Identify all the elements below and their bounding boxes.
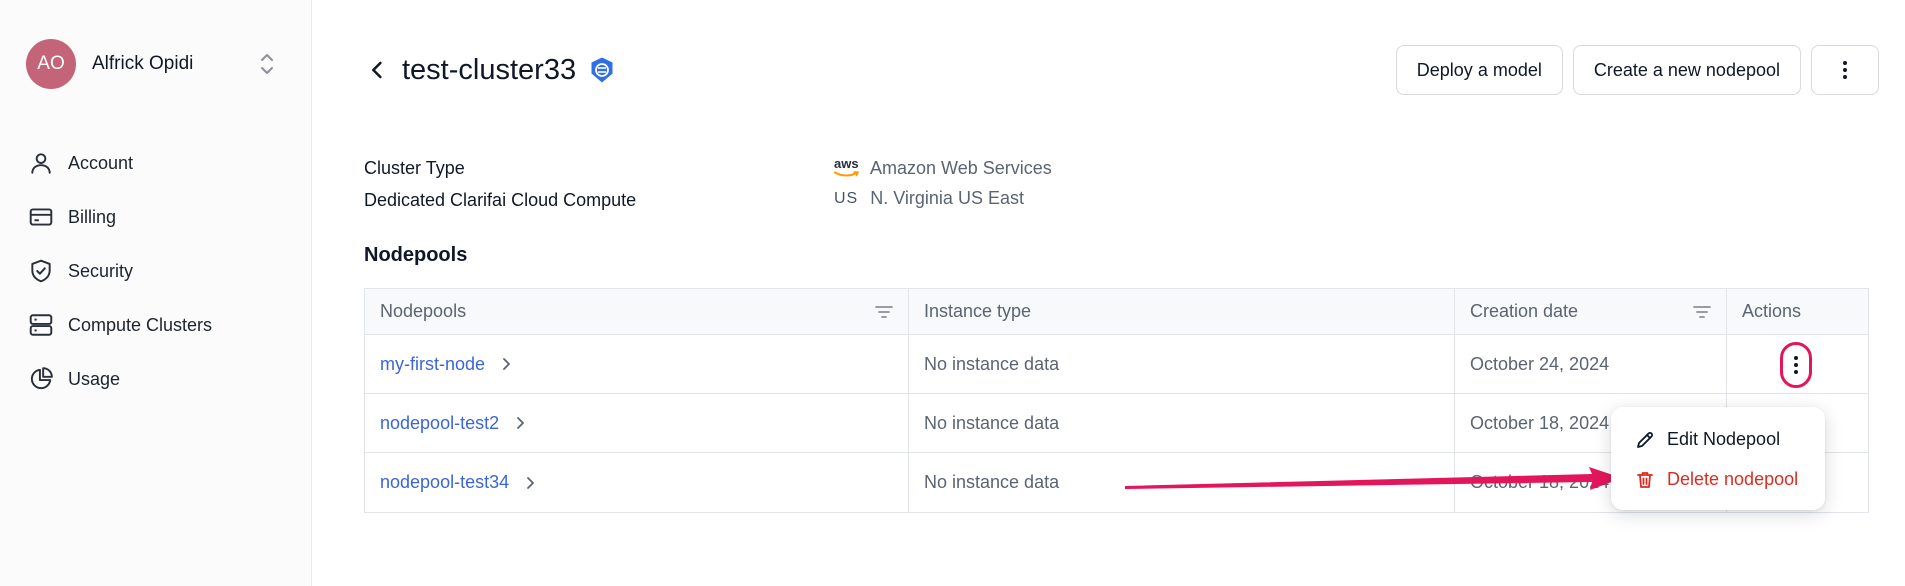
instance-type-text: No instance data: [924, 353, 1060, 374]
column-header-instance-type: Instance type: [909, 289, 1455, 334]
chevron-right-icon[interactable]: [499, 355, 515, 373]
page-title: test-cluster33: [402, 53, 577, 86]
nodepool-link[interactable]: nodepool-test2: [380, 413, 499, 434]
sidebar-item-label: Account: [68, 152, 134, 173]
sidebar-item-label: Usage: [68, 368, 121, 389]
shield-check-icon: [31, 259, 51, 283]
menu-item-label: Edit Nodepool: [1667, 429, 1781, 449]
edit-nodepool-menu-item[interactable]: Edit Nodepool: [1635, 429, 1780, 450]
pie-chart-icon: [30, 367, 53, 390]
kebab-menu-icon: [1794, 356, 1798, 374]
column-header-actions: Actions: [1727, 289, 1868, 334]
creation-date-cell: October 24, 2024: [1455, 335, 1727, 393]
cluster-region: US N. Virginia US East: [834, 188, 1024, 209]
chevron-right-icon[interactable]: [513, 414, 529, 432]
instance-type-text: No instance data: [924, 472, 1060, 492]
cluster-type-label: Cluster Type: [364, 158, 465, 178]
nodepool-name-cell: nodepool-test34: [365, 453, 909, 512]
trash-icon: [1637, 471, 1653, 488]
chevron-up-down-icon[interactable]: [256, 51, 278, 77]
chevron-right-icon[interactable]: [523, 474, 539, 492]
instance-type-cell: No instance data: [909, 394, 1455, 452]
cloud-provider: aws Amazon Web Services: [834, 156, 1052, 179]
nodepool-name-cell: my-first-node: [365, 335, 909, 393]
column-header-nodepools[interactable]: Nodepools: [365, 289, 909, 334]
kubernetes-icon: [591, 57, 613, 83]
instance-type-cell: No instance data: [909, 335, 1455, 393]
region-name: N. Virginia US East: [870, 188, 1024, 208]
avatar: AO: [26, 39, 76, 89]
nodepool-link[interactable]: nodepool-test34: [380, 472, 509, 493]
filter-icon[interactable]: [874, 303, 894, 321]
nodepool-name-cell: nodepool-test2: [365, 394, 909, 452]
chevron-left-icon[interactable]: [364, 56, 392, 84]
sidebar-item-account[interactable]: Account: [28, 136, 212, 190]
user-switcher[interactable]: AO Alfrick Opidi: [26, 38, 286, 90]
creation-date-text: October 18, 2024: [1470, 412, 1610, 433]
nodepool-link[interactable]: my-first-node: [380, 354, 485, 375]
cluster-type-value: Dedicated Clarifai Cloud Compute: [364, 190, 637, 210]
table-row: my-first-node No instance data October 2…: [365, 335, 1868, 394]
deploy-model-button[interactable]: Deploy a model: [1395, 45, 1563, 95]
column-label: Actions: [1742, 301, 1802, 321]
create-nodepool-button[interactable]: Create a new nodepool: [1572, 45, 1801, 95]
sidebar-nav: Account Billing Security Compute Cluster…: [28, 136, 212, 406]
actions-cell: [1727, 335, 1868, 393]
sidebar-item-compute-clusters[interactable]: Compute Clusters: [28, 298, 212, 352]
user-name: Alfrick Opidi: [92, 53, 194, 74]
kebab-menu-icon: [1843, 61, 1847, 79]
sidebar-item-label: Security: [68, 260, 134, 281]
row-actions-button[interactable]: [1780, 342, 1812, 388]
aws-logo-icon: aws: [834, 156, 860, 179]
column-header-creation-date[interactable]: Creation date: [1455, 289, 1727, 334]
table-header: Nodepools Instance type Creation date Ac…: [365, 289, 1868, 335]
delete-nodepool-menu-item[interactable]: Delete nodepool: [1635, 469, 1798, 490]
region-flag-icon: US: [834, 189, 859, 207]
column-label: Nodepools: [380, 301, 467, 321]
sidebar: AO Alfrick Opidi Account Billing Securit…: [0, 0, 312, 586]
pencil-icon: [1637, 431, 1653, 448]
sidebar-item-billing[interactable]: Billing: [28, 190, 212, 244]
provider-name: Amazon Web Services: [870, 158, 1052, 178]
credit-card-icon: [29, 208, 53, 226]
nodepools-section-title: Nodepools: [364, 244, 468, 266]
more-options-button[interactable]: [1811, 45, 1879, 95]
header-actions: Deploy a model Create a new nodepool: [1395, 45, 1879, 95]
sidebar-item-security[interactable]: Security: [28, 244, 212, 298]
menu-item-label: Delete nodepool: [1667, 469, 1799, 489]
sidebar-item-usage[interactable]: Usage: [28, 352, 212, 406]
instance-type-text: No instance data: [924, 412, 1060, 433]
sidebar-item-label: Compute Clusters: [68, 314, 213, 335]
server-icon: [29, 314, 53, 336]
column-label: Creation date: [1470, 301, 1579, 321]
creation-date-text: October 24, 2024: [1470, 353, 1610, 374]
column-label: Instance type: [924, 301, 1032, 321]
sidebar-item-label: Billing: [68, 206, 117, 227]
filter-icon[interactable]: [1692, 303, 1712, 321]
page-header: test-cluster33: [364, 48, 616, 92]
user-icon: [31, 153, 51, 174]
row-actions-menu: Edit Nodepool Delete nodepool: [1611, 407, 1825, 510]
instance-type-cell: No instance data: [909, 453, 1455, 512]
creation-date-text: October 18, 2024: [1470, 472, 1610, 492]
